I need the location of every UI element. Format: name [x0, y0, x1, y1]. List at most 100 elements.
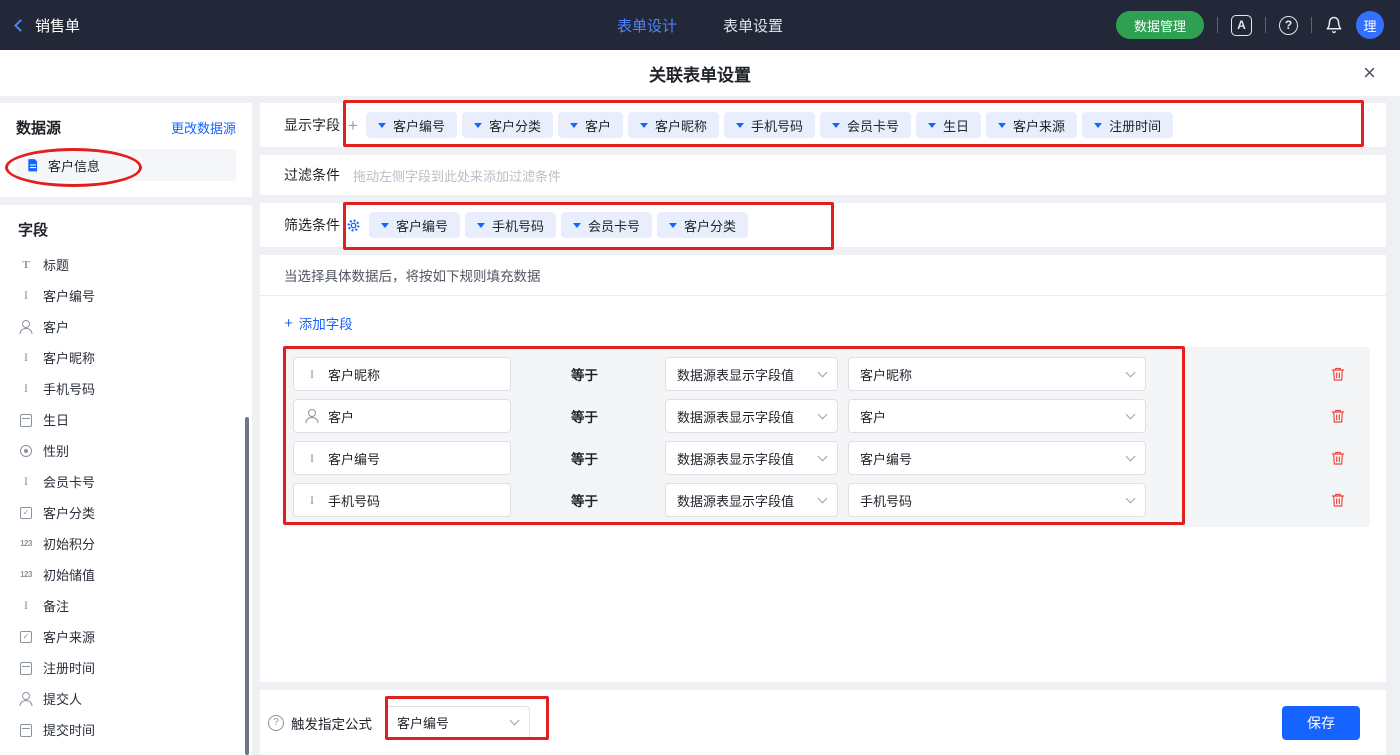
sidebar-scrollbar[interactable]	[245, 417, 249, 755]
trash-icon[interactable]	[1330, 366, 1346, 382]
trigger-formula-label: 触发指定公式	[291, 713, 372, 733]
trash-icon[interactable]	[1330, 450, 1346, 466]
field-chip[interactable]: 手机号码	[724, 112, 815, 138]
check-icon	[18, 505, 34, 521]
field-chip[interactable]: 客户编号	[369, 212, 460, 238]
user-icon	[18, 319, 34, 335]
sidebar-field-item[interactable]: 客户	[18, 311, 252, 342]
divider	[1311, 17, 1312, 33]
field-chip[interactable]: 客户来源	[986, 112, 1077, 138]
topbar-tab[interactable]: 表单设计	[617, 15, 677, 36]
bell-icon[interactable]	[1325, 16, 1343, 34]
field-chip[interactable]: 会员卡号	[561, 212, 652, 238]
fill-rules-panel: 当选择具体数据后，将按如下规则填充数据 添加字段 客户昵称	[260, 255, 1386, 682]
topbar-tab[interactable]: 表单设置	[723, 15, 783, 36]
data-manage-button[interactable]: 数据管理	[1116, 11, 1204, 39]
sidebar: 数据源 更改数据源 客户信息 字段 标题	[0, 103, 252, 755]
rule-field-input[interactable]: 客户昵称	[293, 357, 511, 391]
trigger-formula-select[interactable]: 客户编号	[385, 706, 530, 740]
change-datasource-link[interactable]: 更改数据源	[171, 118, 236, 137]
field-chip[interactable]: 生日	[916, 112, 981, 138]
sidebar-field-item[interactable]: 提交时间	[18, 714, 252, 745]
dropdown-triangle-icon	[928, 123, 936, 128]
field-chip[interactable]: 手机号码	[465, 212, 556, 238]
sidebar-field-item[interactable]: 客户来源	[18, 621, 252, 652]
help-icon[interactable]	[268, 715, 284, 731]
field-chip[interactable]: 客户	[558, 112, 623, 138]
dropdown-triangle-icon	[640, 123, 648, 128]
field-chip[interactable]: 客户分类	[462, 112, 553, 138]
sidebar-field-item[interactable]: 会员卡号	[18, 466, 252, 497]
sidebar-field-item[interactable]: 初始积分	[18, 528, 252, 559]
sidebar-field-item[interactable]: 手机号码	[18, 373, 252, 404]
field-chip-label: 手机号码	[751, 116, 803, 135]
rule-source-select[interactable]: 数据源表显示字段值	[665, 483, 838, 517]
chevron-down-icon	[1126, 493, 1136, 503]
sidebar-field-item[interactable]: 客户昵称	[18, 342, 252, 373]
sidebar-field-item[interactable]: 性别	[18, 435, 252, 466]
radio-icon	[18, 443, 34, 459]
display-field-chips: 客户编号 客户分类 客户	[366, 112, 1173, 138]
chevron-down-icon	[818, 409, 828, 419]
sidebar-field-item[interactable]: 生日	[18, 404, 252, 435]
rule-source-select[interactable]: 数据源表显示字段值	[665, 441, 838, 475]
rule-value-select[interactable]: 客户	[848, 399, 1146, 433]
display-fields-row: 显示字段 客户编号 客户分类	[260, 103, 1386, 147]
rule-source-select[interactable]: 数据源表显示字段值	[665, 357, 838, 391]
back-button[interactable]: 销售单	[16, 15, 80, 36]
datasource-item[interactable]: 客户信息	[16, 149, 236, 181]
rule-value-select[interactable]: 客户昵称	[848, 357, 1146, 391]
rule-source-select[interactable]: 数据源表显示字段值	[665, 399, 838, 433]
equals-label: 等于	[571, 406, 609, 426]
fields-title: 字段	[18, 222, 48, 239]
sidebar-field-item[interactable]: 提交人	[18, 683, 252, 714]
title-icon	[18, 257, 34, 273]
back-label: 销售单	[35, 15, 80, 36]
chevron-down-icon	[818, 451, 828, 461]
rule-field-input[interactable]: 客户	[293, 399, 511, 433]
rule-value-select[interactable]: 手机号码	[848, 483, 1146, 517]
plus-icon[interactable]	[348, 117, 358, 134]
rule-value-select[interactable]: 客户编号	[848, 441, 1146, 475]
avatar[interactable]: 理	[1356, 11, 1384, 39]
text-icon	[304, 450, 320, 466]
add-field-link[interactable]: 添加字段	[284, 313, 353, 333]
sidebar-field-item[interactable]: 标题	[18, 249, 252, 280]
filter-row: 过滤条件 拖动左侧字段到此处来添加过滤条件	[260, 155, 1386, 195]
gear-icon[interactable]	[346, 218, 361, 233]
sidebar-field-item[interactable]: 客户编号	[18, 280, 252, 311]
field-chip-label: 会员卡号	[847, 116, 899, 135]
filter-dropzone[interactable]: 拖动左侧字段到此处来添加过滤条件	[353, 166, 561, 185]
topbar-tabs: 表单设计 表单设置	[617, 15, 783, 36]
trash-icon[interactable]	[1330, 408, 1346, 424]
sidebar-field-label: 备注	[43, 596, 69, 615]
field-chip[interactable]: 客户分类	[657, 212, 748, 238]
field-chip-label: 客户来源	[1013, 116, 1065, 135]
rule-field-input[interactable]: 手机号码	[293, 483, 511, 517]
dropdown-triangle-icon	[378, 123, 386, 128]
trigger-formula-value: 客户编号	[397, 713, 449, 732]
help-icon[interactable]	[1279, 16, 1298, 35]
language-icon[interactable]	[1231, 15, 1252, 36]
field-chip-label: 客户编号	[396, 216, 448, 235]
field-chip[interactable]: 注册时间	[1082, 112, 1173, 138]
datasource-panel: 数据源 更改数据源 客户信息	[0, 103, 252, 197]
dropdown-triangle-icon	[474, 123, 482, 128]
rule-field-input[interactable]: 客户编号	[293, 441, 511, 475]
text-icon	[18, 474, 34, 490]
sidebar-field-item[interactable]: 初始储值	[18, 559, 252, 590]
sidebar-field-item[interactable]: 备注	[18, 590, 252, 621]
field-chip-label: 会员卡号	[588, 216, 640, 235]
field-chip[interactable]: 客户编号	[366, 112, 457, 138]
sidebar-field-item[interactable]: 客户分类	[18, 497, 252, 528]
field-chip[interactable]: 客户昵称	[628, 112, 719, 138]
chevron-down-icon	[1126, 367, 1136, 377]
trash-icon[interactable]	[1330, 492, 1346, 508]
field-chip[interactable]: 会员卡号	[820, 112, 911, 138]
close-icon[interactable]: ×	[1363, 62, 1376, 84]
user-icon	[18, 691, 34, 707]
sidebar-field-item[interactable]: 注册时间	[18, 652, 252, 683]
screen-condition-chips: 客户编号 手机号码 会员卡号	[369, 212, 748, 238]
save-button[interactable]: 保存	[1282, 706, 1360, 740]
field-chip-label: 客户昵称	[655, 116, 707, 135]
